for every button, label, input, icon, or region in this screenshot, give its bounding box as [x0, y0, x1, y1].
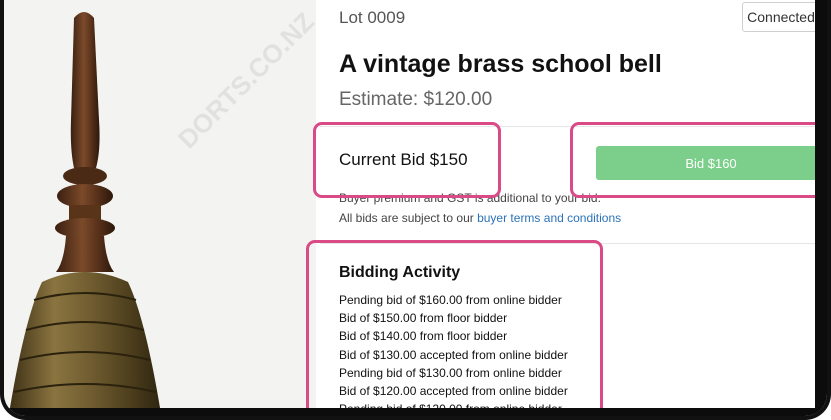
terms-prefix: All bids are subject to our	[339, 211, 478, 225]
auction-screen: DORTS.CO.NZ Lot 0009 Connected A vintage…	[0, 0, 831, 420]
terms-link[interactable]: buyer terms and conditions	[477, 211, 621, 225]
device-bezel	[4, 408, 827, 416]
current-bid-highlight	[313, 122, 501, 198]
terms-note: All bids are subject to our buyer terms …	[339, 211, 621, 225]
bidding-activity-highlight	[306, 240, 603, 416]
device-bezel	[815, 0, 827, 416]
lot-number: Lot 0009	[339, 8, 406, 27]
connection-status-badge: Connected	[742, 2, 820, 32]
watermark-text: DORTS.CO.NZ	[172, 6, 316, 154]
lot-estimate: Estimate: $120.00	[339, 89, 493, 110]
bid-button-highlight	[570, 122, 827, 198]
lot-title: A vintage brass school bell	[339, 50, 662, 78]
lot-photo: DORTS.CO.NZ	[4, 0, 316, 416]
bell-image: DORTS.CO.NZ	[8, 6, 316, 416]
